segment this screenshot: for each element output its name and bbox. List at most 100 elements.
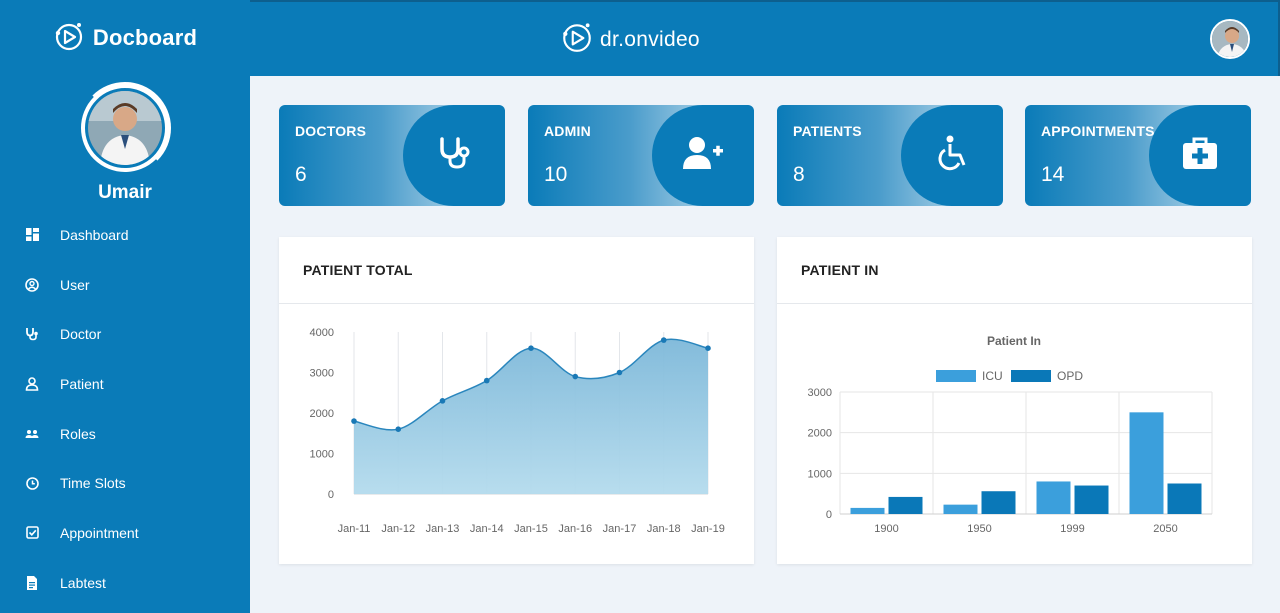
sidebar-item-label: Appointment [60,524,139,541]
topbar-brand[interactable]: dr.onvideo [560,20,700,59]
user-circle-icon [24,277,40,293]
x-tick-label: Jan-15 [514,523,548,535]
x-tick-label: Jan-14 [470,523,504,535]
sidebar-item-label: Patient [60,375,104,392]
topbar: dr.onvideo [250,0,1280,76]
panel-patient-total: PATIENT TOTAL 0 1000 2000 3000 4000 Jan-11 Jan… [279,237,754,564]
x-tick-label: Jan-16 [558,523,592,535]
y-tick-label: 4000 [310,327,334,339]
file-icon [24,575,40,591]
wheelchair-icon [935,135,969,176]
sidebar-item-doctor[interactable]: Doctor [0,309,250,359]
bar [1074,485,1109,514]
stat-card-admin[interactable]: ADMIN 10 [528,105,754,206]
stat-title: APPOINTMENTS [1041,123,1155,139]
stat-icon-circle [403,105,505,206]
data-point [616,369,623,376]
x-tick-label: Jan-13 [426,523,460,535]
legend-swatch [1011,370,1051,382]
sidebar-item-label: User [60,276,90,293]
avatar-ring[interactable] [79,82,171,174]
y-tick-label: 3000 [310,368,334,380]
panel-title: PATIENT TOTAL [279,237,754,304]
y-tick-label: 0 [826,509,832,521]
stat-title: PATIENTS [793,123,862,139]
panel-patient-in: PATIENT IN Patient In ICU OPD 0 1000 2000 3000… [777,237,1252,564]
stat-title: ADMIN [544,123,591,139]
bar [1167,483,1202,514]
sidebar-item-dashboard[interactable]: Dashboard [0,210,250,260]
data-point [351,418,357,424]
sidebar-item-patient[interactable]: Patient [0,359,250,409]
data-point [483,377,490,384]
username: Umair [98,182,152,203]
y-tick-label: 2000 [808,428,832,440]
bar [943,504,978,514]
checkbox-icon [24,525,40,541]
bar [888,496,923,514]
bar [1036,481,1071,514]
bar [981,491,1016,514]
roles-icon [24,426,40,442]
profile: Umair [0,76,250,204]
bar [1129,412,1164,514]
data-point [705,345,711,351]
sidebar-item-appointment[interactable]: Appointment [0,508,250,558]
x-tick-label: 1950 [967,523,991,535]
stat-value: 8 [793,163,805,186]
avatar [88,91,162,165]
user-avatar[interactable] [1210,19,1250,59]
stat-title: DOCTORS [295,123,367,139]
x-tick-label: 1900 [874,523,898,535]
sidebar-item-user[interactable]: User [0,260,250,310]
x-tick-label: 2050 [1153,523,1177,535]
stat-value: 14 [1041,163,1065,186]
x-tick-label: Jan-11 [338,523,371,535]
brand-name: Docboard [92,25,198,50]
legend-swatch [936,370,976,382]
x-tick-label: Jan-12 [381,523,415,535]
x-tick-label: Jan-18 [647,523,681,535]
stat-icon-circle [1149,105,1251,206]
sidebar-item-labtest[interactable]: Labtest [0,558,250,608]
stat-icon-circle [901,105,1003,206]
logo-icon [560,20,594,59]
stat-card-patients[interactable]: PATIENTS 8 [777,105,1003,206]
sidebar-item-label: Labtest [60,574,106,591]
stethoscope-icon [436,135,472,176]
medkit-icon [1183,137,1217,174]
sidebar-brand[interactable]: Docboard [0,0,250,76]
data-point [395,426,402,432]
dashboard-icon [24,227,40,243]
patient-total-chart: 0 1000 2000 3000 4000 Jan-11 Jan-12 Jan-13 Jan-1… [310,327,725,535]
y-tick-label: 2000 [310,408,334,420]
sidebar-item-label: Time Slots [60,475,126,492]
y-tick-label: 0 [328,489,334,501]
logo-icon [53,20,85,57]
stethoscope-icon [24,326,40,342]
panel-title: PATIENT IN [777,237,1252,304]
bar [850,507,885,514]
stat-value: 10 [544,163,568,186]
legend-label: ICU [982,369,1003,383]
area-fill [354,339,708,494]
legend-label: OPD [1057,369,1083,383]
patient-in-chart: Patient In ICU OPD 0 1000 2000 3000 1900 1950 199… [808,334,1213,535]
x-tick-label: Jan-17 [603,523,637,535]
y-tick-label: 1000 [310,449,334,461]
sidebar-item-label: Doctor [60,326,102,343]
sidebar-item-roles[interactable]: Roles [0,409,250,459]
sidebar-nav: Dashboard User Doctor Patient Roles Time… [0,210,250,608]
topbar-brand-name: dr.onvideo [600,27,700,51]
stat-value: 6 [295,163,307,186]
y-tick-label: 3000 [808,387,832,399]
stat-card-doctors[interactable]: DOCTORS 6 [279,105,505,206]
sidebar: Docboard Umair Dashboard User Doctor Pat… [0,0,250,613]
x-tick-label: 1999 [1060,523,1084,535]
stat-card-appointments[interactable]: APPOINTMENTS 14 [1025,105,1251,206]
clock-icon [24,475,40,491]
sidebar-item-time-slots[interactable]: Time Slots [0,458,250,508]
data-point [439,398,446,404]
data-point [660,337,667,343]
y-tick-label: 1000 [808,468,832,480]
